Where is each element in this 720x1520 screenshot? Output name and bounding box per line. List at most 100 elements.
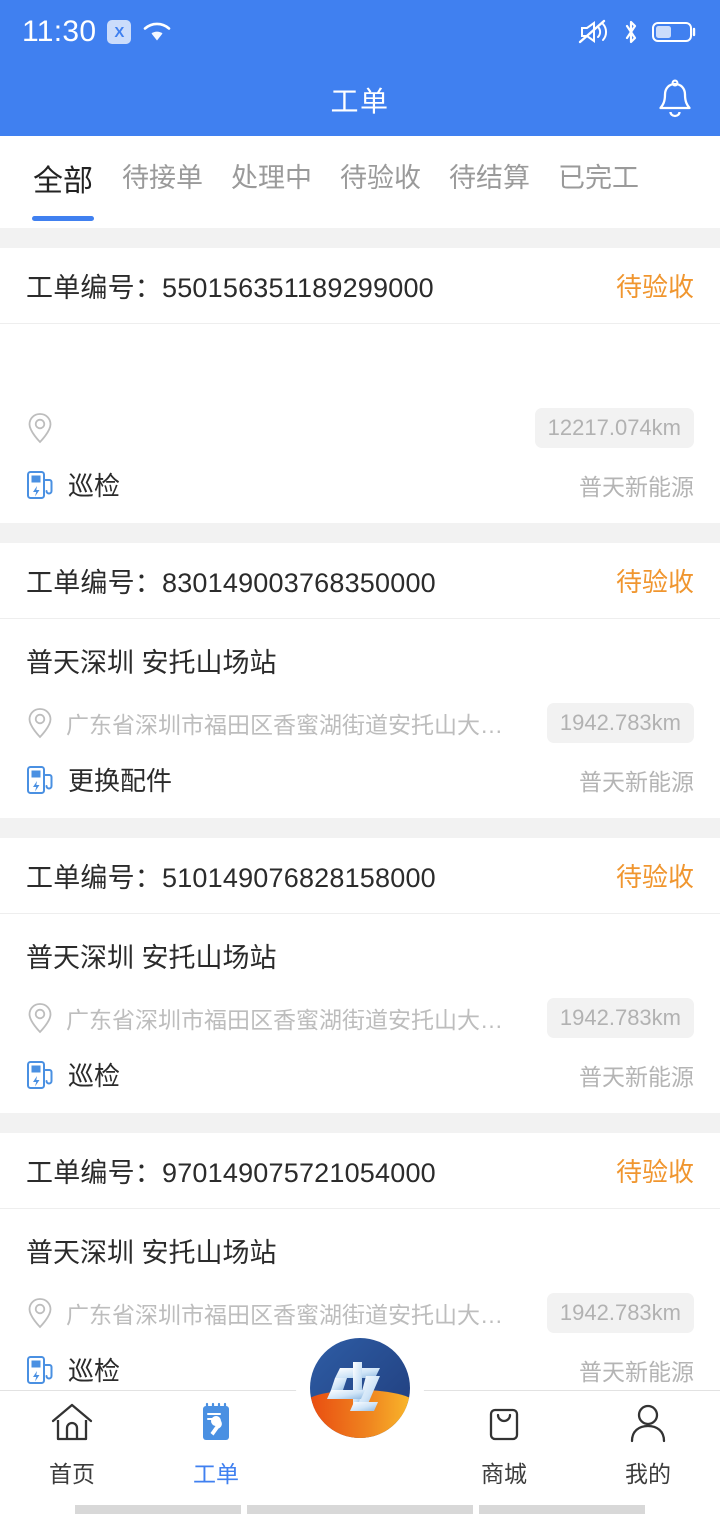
location-pin-icon xyxy=(26,1297,54,1329)
app-header: 工单 xyxy=(0,64,720,136)
page-title: 工单 xyxy=(330,86,390,117)
address-row: 广东省深圳市福田区香蜜湖街道安托山大… 1942.783km xyxy=(26,703,694,743)
card-body: 普天深圳 安托山场站 广东省深圳市福田区香蜜湖街道安托山大… 1942.783k… xyxy=(0,914,720,1113)
station-name: 普天深圳 安托山场站 xyxy=(26,943,277,973)
gesture-bar-left[interactable] xyxy=(75,1504,241,1514)
card-header: 工单编号：550156351189299000 待验收 xyxy=(0,248,720,324)
order-number: 工单编号：970149075721054000 xyxy=(26,1151,436,1190)
tab-pending-acceptance[interactable]: 待验收 xyxy=(326,150,435,195)
list-separator xyxy=(0,1113,720,1133)
station-address: 广东省深圳市福田区香蜜湖街道安托山大… xyxy=(66,712,503,738)
mute-icon xyxy=(576,19,610,45)
nav-label: 商城 xyxy=(481,1460,527,1487)
bell-icon[interactable] xyxy=(654,77,696,123)
distance-badge: 1942.783km xyxy=(546,998,694,1038)
address-group xyxy=(26,412,523,444)
status-bar-left: 11:30 X xyxy=(22,15,172,49)
table-row[interactable]: 工单编号：510149076828158000 待验收 普天深圳 安托山场站 广… xyxy=(0,838,720,1113)
order-number: 工单编号：510149076828158000 xyxy=(26,856,436,895)
charging-station-icon xyxy=(26,469,56,501)
address-group: 广东省深圳市福田区香蜜湖街道安托山大… xyxy=(26,1296,535,1330)
status-badge: 待验收 xyxy=(615,272,694,302)
person-icon xyxy=(625,1401,671,1445)
station-name xyxy=(26,346,694,390)
location-pin-icon xyxy=(26,1002,54,1034)
tab-label: 已完工 xyxy=(558,163,639,193)
address-group: 广东省深圳市福田区香蜜湖街道安托山大… xyxy=(26,706,535,740)
card-body: 12217.074km 巡检 普天新能源 xyxy=(0,324,720,523)
company-name: 普天新能源 xyxy=(579,1358,694,1385)
nav-label: 首页 xyxy=(49,1460,95,1487)
distance-badge: 12217.074km xyxy=(534,408,694,448)
tab-label: 待接单 xyxy=(122,163,203,193)
station-address: 广东省深圳市福田区香蜜湖街道安托山大… xyxy=(66,1302,503,1328)
company-logo-icon[interactable] xyxy=(300,1328,420,1448)
clipboard-wrench-icon xyxy=(193,1401,239,1445)
bluetooth-icon xyxy=(621,19,641,45)
location-pin-icon xyxy=(26,707,54,739)
shopping-bag-icon xyxy=(481,1401,527,1445)
x-badge-icon: X xyxy=(107,20,132,44)
tab-active-indicator xyxy=(32,216,94,221)
nav-item-home[interactable]: 首页 xyxy=(0,1401,144,1489)
tab-all[interactable]: 全部 xyxy=(18,150,108,221)
work-type: 巡检 xyxy=(68,471,121,501)
tab-processing[interactable]: 处理中 xyxy=(217,150,326,195)
order-number-label: 工单编号： xyxy=(26,568,162,598)
worktype-group: 更换配件 xyxy=(26,761,567,798)
company-name: 普天新能源 xyxy=(579,1063,694,1090)
list-separator xyxy=(0,523,720,543)
nav-label: 工单 xyxy=(193,1460,239,1487)
work-type: 更换配件 xyxy=(68,766,173,796)
home-icon xyxy=(49,1401,95,1445)
charging-station-icon xyxy=(26,1354,56,1386)
status-badge: 待验收 xyxy=(615,1157,694,1187)
list-separator xyxy=(0,228,720,248)
wifi-icon xyxy=(142,20,172,44)
gesture-bar-center[interactable] xyxy=(247,1504,473,1514)
table-row[interactable]: 工单编号：550156351189299000 待验收 12217.074km xyxy=(0,248,720,523)
nav-label: 我的 xyxy=(625,1460,671,1487)
tab-completed[interactable]: 已完工 xyxy=(544,150,653,195)
charging-station-icon xyxy=(26,764,56,796)
order-number-value: 510149076828158000 xyxy=(162,863,436,893)
worktype-group: 巡检 xyxy=(26,1056,567,1093)
company-name: 普天新能源 xyxy=(579,473,694,500)
work-type: 巡检 xyxy=(68,1356,121,1386)
nav-item-shop[interactable]: 商城 xyxy=(432,1401,576,1489)
status-bar: 11:30 X xyxy=(0,0,720,64)
location-pin-icon xyxy=(26,412,54,444)
company-name: 普天新能源 xyxy=(579,768,694,795)
order-number-value: 550156351189299000 xyxy=(162,273,434,303)
charging-station-icon xyxy=(26,1059,56,1091)
order-number: 工单编号：830149003768350000 xyxy=(26,561,436,600)
tab-label: 待验收 xyxy=(340,163,421,193)
status-badge: 待验收 xyxy=(615,862,694,892)
system-gesture-bar xyxy=(0,1498,720,1520)
worktype-group: 巡检 xyxy=(26,466,567,503)
nav-item-profile[interactable]: 我的 xyxy=(576,1401,720,1489)
table-row[interactable]: 工单编号：830149003768350000 待验收 普天深圳 安托山场站 广… xyxy=(0,543,720,818)
worktype-row: 巡检 普天新能源 xyxy=(26,466,694,503)
worktype-group: 巡检 xyxy=(26,1351,567,1388)
tab-pending-accept[interactable]: 待接单 xyxy=(108,150,217,195)
status-tabs[interactable]: 全部 待接单 处理中 待验收 待结算 已完工 xyxy=(0,136,720,228)
tab-pending-settlement[interactable]: 待结算 xyxy=(435,150,544,195)
address-row: 12217.074km xyxy=(26,408,694,448)
tab-label: 待结算 xyxy=(449,163,530,193)
status-time: 11:30 xyxy=(22,15,97,48)
nav-item-workorder[interactable]: 工单 xyxy=(144,1401,288,1489)
status-bar-right xyxy=(576,19,698,45)
address-row: 广东省深圳市福田区香蜜湖街道安托山大… 1942.783km xyxy=(26,1293,694,1333)
address-group: 广东省深圳市福田区香蜜湖街道安托山大… xyxy=(26,1001,535,1035)
order-number-label: 工单编号： xyxy=(26,1158,162,1188)
gesture-bar-right[interactable] xyxy=(479,1504,645,1514)
order-number: 工单编号：550156351189299000 xyxy=(26,266,434,305)
address-row: 广东省深圳市福田区香蜜湖街道安托山大… 1942.783km xyxy=(26,998,694,1038)
tab-label: 处理中 xyxy=(231,163,312,193)
status-badge: 待验收 xyxy=(615,567,694,597)
order-number-label: 工单编号： xyxy=(26,273,162,303)
station-name: 普天深圳 安托山场站 xyxy=(26,1238,277,1268)
work-type: 巡检 xyxy=(68,1061,121,1091)
worktype-row: 巡检 普天新能源 xyxy=(26,1056,694,1093)
